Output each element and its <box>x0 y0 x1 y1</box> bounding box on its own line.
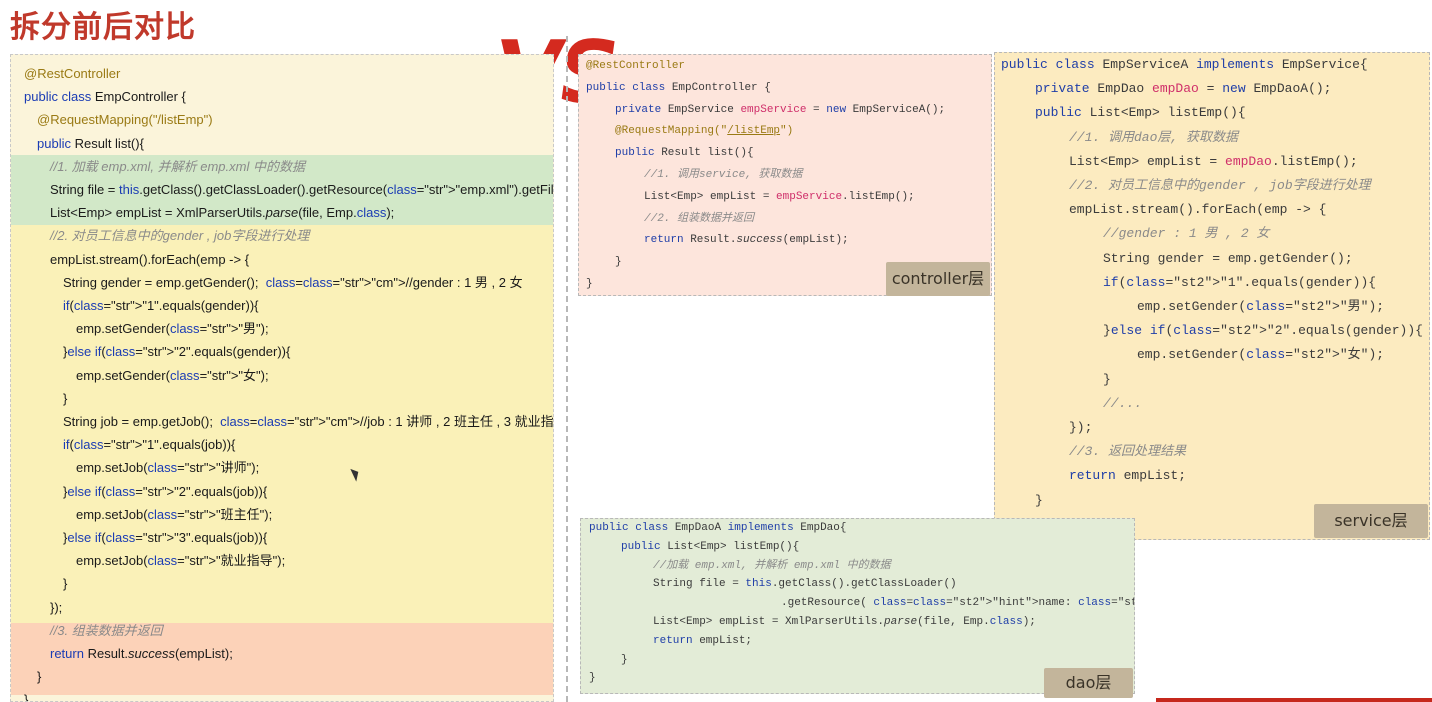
code-line: } <box>615 256 622 269</box>
code-line: @RequestMapping("/listEmp") <box>615 125 794 138</box>
code-line: return Result.success(empList); <box>50 646 233 661</box>
code-line: emp.setGender(class="str">"女"); <box>76 367 269 383</box>
code-line: //加载 emp.xml, 并解析 emp.xml 中的数据 <box>653 559 891 572</box>
code-line: //3. 返回处理结果 <box>1069 444 1187 460</box>
code-line: if(class="str">"1".equals(gender)){ <box>63 298 259 313</box>
code-line: } <box>37 669 42 685</box>
code-line: List<Emp> empList = XmlParserUtils.parse… <box>653 616 1036 628</box>
code-line: //1. 调用dao层, 获取数据 <box>1069 129 1239 145</box>
code-line: String gender = emp.getGender(); <box>1103 250 1353 266</box>
code-line: String file = this.getClass().getClassLo… <box>50 182 554 197</box>
divider <box>566 36 568 702</box>
code-line: public List<Emp> listEmp(){ <box>621 540 800 553</box>
code-line: emp.setGender(class="str">"男"); <box>76 321 269 337</box>
code-line: //1. 调用service, 获取数据 <box>644 169 803 181</box>
code-line: List<Emp> empList = empDao.listEmp(); <box>1069 153 1358 169</box>
code-line: public List<Emp> listEmp(){ <box>1035 105 1246 121</box>
code-line: if(class="st2">"1".equals(gender)){ <box>1103 274 1377 290</box>
code-line: .getResource( class=class="st2">"hint">n… <box>781 597 1134 610</box>
dao-layer-tag: dao层 <box>1044 668 1133 698</box>
service-layer-code: public class EmpServiceA implements EmpS… <box>994 52 1430 540</box>
code-line: }); <box>1069 420 1093 435</box>
code-line: //3. 组装数据并返回 <box>50 622 163 638</box>
code-line: empList.stream().forEach(emp -> { <box>1069 202 1327 218</box>
code-line: @RestController <box>24 66 121 81</box>
code-line: } <box>63 390 68 406</box>
service-layer-tag: service层 <box>1314 504 1428 538</box>
code-line: }else if(class="str">"2".equals(gender))… <box>63 344 291 360</box>
code-line: private EmpService empService = new EmpS… <box>615 103 946 116</box>
code-line: return empList; <box>1069 468 1187 484</box>
code-line: } <box>63 576 68 592</box>
code-line: @RestController <box>586 60 686 72</box>
code-line: @RequestMapping("/listEmp") <box>37 112 213 128</box>
code-line: emp.setGender(class="st2">"男"); <box>1137 299 1385 314</box>
code-line: List<Emp> empList = XmlParserUtils.parse… <box>50 205 395 221</box>
code-line: emp.setJob(class="str">"讲师"); <box>76 460 260 476</box>
code-line: if(class="str">"1".equals(job)){ <box>63 437 236 453</box>
code-line: public class EmpController { <box>586 81 771 94</box>
code-line: //gender : 1 男 , 2 女 <box>1103 226 1270 242</box>
code-line: private EmpDao empDao = new EmpDaoA(); <box>1035 81 1332 97</box>
code-line: } <box>586 278 593 290</box>
accent-bar <box>1156 698 1432 702</box>
code-line: }else if(class="str">"3".equals(job)){ <box>63 530 268 545</box>
code-line: }); <box>50 599 63 615</box>
code-line: //... <box>1103 395 1143 411</box>
code-line: } <box>1035 492 1043 508</box>
code-line: String job = emp.getJob(); class=class="… <box>63 414 554 429</box>
code-line: }else if(class="st2">"2".equals(gender))… <box>1103 323 1423 339</box>
code-line: //2. 组装数据并返回 <box>644 212 755 225</box>
code-line: public class EmpDaoA implements EmpDao{ <box>589 522 847 534</box>
controller-layer-tag: controller层 <box>886 262 990 296</box>
code-line: emp.setJob(class="str">"班主任"); <box>76 506 273 522</box>
code-line: String gender = emp.getGender(); class=c… <box>63 274 523 290</box>
code-line: String file = this.getClass().getClassLo… <box>653 578 957 591</box>
code-line: } <box>589 672 596 685</box>
code-line: public class EmpController { <box>24 89 186 105</box>
code-line: empList.stream().forEach(emp -> { <box>50 251 250 267</box>
code-line: public class EmpServiceA implements EmpS… <box>1001 57 1368 72</box>
controller-layer-code: @RestController public class EmpControlle… <box>578 54 992 296</box>
code-line: public Result list(){ <box>37 135 144 151</box>
code-line: //2. 对员工信息中的gender , job字段进行处理 <box>1069 178 1371 193</box>
code-line: return Result.success(empList); <box>644 234 849 247</box>
code-line: //1. 加载 emp.xml, 并解析 emp.xml 中的数据 <box>50 158 305 174</box>
code-line: } <box>1103 371 1111 387</box>
code-line: } <box>621 653 628 666</box>
code-line: emp.setGender(class="st2">"女"); <box>1137 347 1385 363</box>
code-line: List<Emp> empList = empService.listEmp()… <box>644 190 915 203</box>
code-line: return empList; <box>653 634 753 647</box>
page-title: 拆分前后对比 <box>10 10 196 45</box>
code-line: } <box>24 692 29 702</box>
code-line: emp.setJob(class="str">"就业指导"); <box>76 553 286 569</box>
code-line: //2. 对员工信息中的gender , job字段进行处理 <box>50 228 310 244</box>
code-line: }else if(class="str">"2".equals(job)){ <box>63 483 268 499</box>
before-split-code-panel: @RestController public class EmpControlle… <box>10 54 554 702</box>
code-line: public Result list(){ <box>615 147 754 160</box>
